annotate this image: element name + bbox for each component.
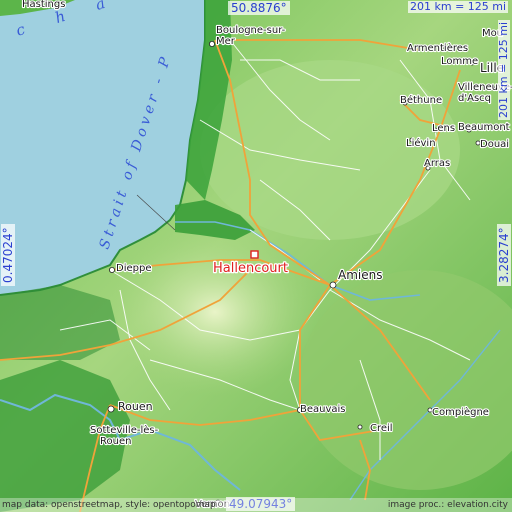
place-label: Douai <box>480 139 509 150</box>
place-label: Dieppe <box>116 263 151 274</box>
left-longitude-label: 0.47024° <box>1 224 15 286</box>
place-label: Creil <box>370 423 393 434</box>
attribution-right: image proc.: elevation.city <box>387 500 508 510</box>
right-longitude-label: 3.28274° <box>497 224 511 286</box>
place-label: Lomme <box>441 56 478 67</box>
place-label: d'Ascq <box>458 93 491 104</box>
place-label: Beaumont <box>458 122 510 133</box>
northeast-upland <box>200 60 460 240</box>
top-latitude-label: 50.8876° <box>228 1 290 15</box>
place-label: Compiègne <box>432 406 489 418</box>
place-label: Béthune <box>400 94 442 106</box>
hallencourt-marker[interactable] <box>250 250 259 259</box>
place-label: Arras <box>424 158 450 169</box>
place-label: Armentières <box>407 42 468 54</box>
place-label: Boulogne-sur- <box>216 25 286 36</box>
place-label: Mer <box>216 36 236 47</box>
place-label: Beauvais <box>300 404 346 415</box>
place-label: Hastings <box>22 0 65 10</box>
attribution-bar: map data: openstreetmap, style: opentopo… <box>0 498 512 512</box>
place-label: Liévin <box>406 137 436 149</box>
attribution-left: map data: openstreetmap, style: opentopo… <box>2 500 216 510</box>
place-label: Sotteville-lès- <box>90 424 159 436</box>
place-label: Lens <box>432 123 455 134</box>
scale-label-right: 201 km = 125 mi <box>497 19 510 120</box>
place-label: Rouen <box>118 400 153 413</box>
place-label: Rouen <box>100 436 131 447</box>
topographic-map[interactable]: c h a Strait of Dover - P Hastings Boulo… <box>0 0 512 512</box>
place-label: Amiens <box>338 268 382 282</box>
scale-label-top: 201 km = 125 mi <box>408 0 509 13</box>
center-location-label[interactable]: Hallencourt <box>212 260 290 278</box>
